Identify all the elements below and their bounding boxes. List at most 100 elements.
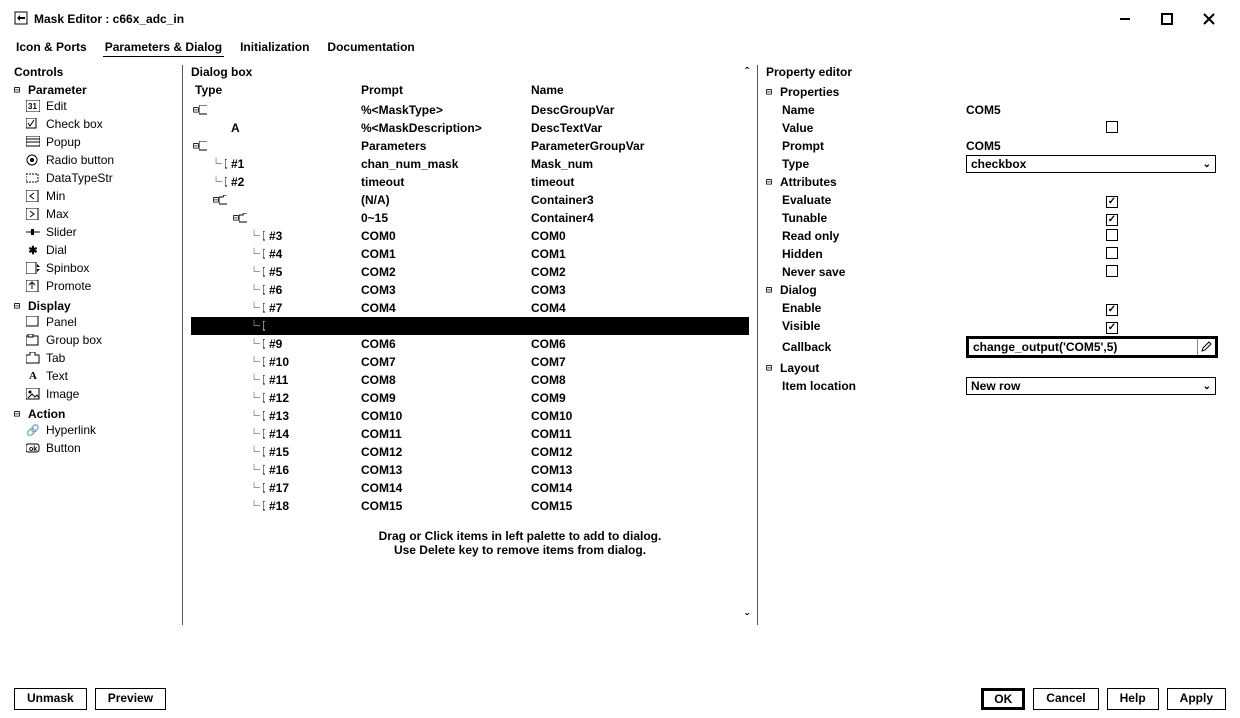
dialog-row[interactable]: └╴#14COM11COM11 — [191, 425, 749, 443]
preview-button[interactable]: Preview — [95, 688, 166, 710]
row-prompt: COM11 — [361, 427, 531, 441]
palette-slider[interactable]: Slider — [26, 223, 174, 241]
palette-checkbox[interactable]: Check box — [26, 115, 174, 133]
dialog-row[interactable]: A%<MaskDescription>DescTextVar — [191, 119, 749, 137]
row-type-icon: └╴ — [251, 320, 265, 332]
dialog-row[interactable]: └╴31#2timeouttimeout — [191, 173, 749, 191]
prop-name-value[interactable]: COM5 — [966, 103, 1001, 117]
palette-dial[interactable]: ✱Dial — [26, 241, 174, 259]
row-prompt: COM3 — [361, 283, 531, 297]
palette-image[interactable]: Image — [26, 385, 174, 403]
group-parameter[interactable]: ⊟ Parameter — [14, 83, 174, 97]
dialog-row[interactable]: └╴#5COM2COM2 — [191, 263, 749, 281]
section-attributes[interactable]: ⊟Attributes — [766, 173, 1226, 191]
dialogbox-rows: ⊟%<MaskType>DescGroupVarA%<MaskDescripti… — [191, 101, 749, 515]
dialog-row[interactable]: ⊟0~15Container4 — [191, 209, 749, 227]
dialog-row[interactable]: ⊟(N/A)Container3 — [191, 191, 749, 209]
row-type-label: A — [231, 121, 240, 135]
group-action[interactable]: ⊟ Action — [14, 407, 174, 421]
divider[interactable] — [182, 65, 183, 625]
palette-min[interactable]: Min — [26, 187, 174, 205]
dialog-row[interactable]: └╴#13COM10COM10 — [191, 407, 749, 425]
prop-callback-input[interactable]: change_output('COM5',5) — [966, 336, 1218, 358]
palette-max[interactable]: Max — [26, 205, 174, 223]
section-properties[interactable]: ⊟Properties — [766, 83, 1226, 101]
dialog-row[interactable]: └╴#4COM1COM1 — [191, 245, 749, 263]
group-display[interactable]: ⊟ Display — [14, 299, 174, 313]
scroll-down-icon[interactable]: ˇ — [745, 611, 749, 625]
palette-groupbox[interactable]: Group box — [26, 331, 174, 349]
prop-neversave-checkbox[interactable] — [1106, 265, 1118, 277]
apply-button[interactable]: Apply — [1167, 688, 1226, 710]
cancel-button[interactable]: Cancel — [1033, 688, 1098, 710]
palette-promote[interactable]: Promote — [26, 277, 174, 295]
prop-tunable-checkbox[interactable] — [1106, 214, 1118, 226]
palette-tab[interactable]: Tab — [26, 349, 174, 367]
prop-itemloc-select[interactable]: New row⌄ — [966, 377, 1216, 395]
palette-button[interactable]: okButton — [26, 439, 174, 457]
palette-datatype[interactable]: DataTypeStr — [26, 169, 174, 187]
palette-popup[interactable]: Popup — [26, 133, 174, 151]
close-button[interactable] — [1192, 8, 1226, 30]
dialog-row[interactable]: └╴#11COM8COM8 — [191, 371, 749, 389]
palette-edit[interactable]: 31Edit — [26, 97, 174, 115]
prop-enable-checkbox[interactable] — [1106, 304, 1118, 316]
section-layout[interactable]: ⊟Layout — [766, 359, 1226, 377]
row-prompt: COM9 — [361, 391, 531, 405]
palette-panel[interactable]: Panel — [26, 313, 174, 331]
dialog-row[interactable]: └╴#6COM3COM3 — [191, 281, 749, 299]
row-name: COM8 — [531, 373, 749, 387]
pencil-icon[interactable] — [1197, 339, 1213, 355]
dialog-row[interactable]: └╴#9COM6COM6 — [191, 335, 749, 353]
row-type-icon: ⊟ — [193, 140, 207, 152]
palette-item-label: Text — [46, 369, 68, 383]
palette-hyperlink[interactable]: 🔗Hyperlink — [26, 421, 174, 439]
prop-type-select[interactable]: checkbox⌄ — [966, 155, 1216, 173]
dialog-row[interactable]: └╴ — [191, 317, 749, 335]
prop-visible-checkbox[interactable] — [1106, 322, 1118, 334]
row-type-icon: └╴ — [251, 356, 265, 368]
section-dialog[interactable]: ⊟Dialog — [766, 281, 1226, 299]
scroll-up-icon[interactable]: ˆ — [745, 65, 749, 79]
dialog-row[interactable]: ⊟ParametersParameterGroupVar — [191, 137, 749, 155]
tab-parameters-dialog[interactable]: Parameters & Dialog — [103, 38, 224, 57]
prop-evaluate-checkbox[interactable] — [1106, 196, 1118, 208]
row-type-label: #3 — [269, 229, 282, 243]
unmask-button[interactable]: Unmask — [14, 688, 87, 710]
dialog-row[interactable]: └╴#16COM13COM13 — [191, 461, 749, 479]
prop-prompt-value[interactable]: COM5 — [966, 139, 1001, 153]
hint-line-2: Use Delete key to remove items from dial… — [191, 543, 749, 557]
dialog-row[interactable]: └╴#10COM7COM7 — [191, 353, 749, 371]
minimize-button[interactable] — [1108, 8, 1142, 30]
dialog-row[interactable]: └╴#15COM12COM12 — [191, 443, 749, 461]
prop-value-checkbox[interactable] — [1106, 121, 1118, 133]
palette-text[interactable]: AText — [26, 367, 174, 385]
palette-radio[interactable]: Radio button — [26, 151, 174, 169]
divider[interactable] — [757, 65, 758, 625]
ok-button[interactable]: OK — [981, 688, 1025, 710]
dialog-row[interactable]: └╴31#1chan_num_maskMask_num — [191, 155, 749, 173]
col-type[interactable]: Type — [191, 83, 361, 97]
prop-hidden-checkbox[interactable] — [1106, 247, 1118, 259]
dialog-row[interactable]: └╴#7COM4COM4 — [191, 299, 749, 317]
prop-readonly-checkbox[interactable] — [1106, 229, 1118, 241]
col-name[interactable]: Name — [531, 83, 749, 97]
col-prompt[interactable]: Prompt — [361, 83, 531, 97]
tree-branch-icon: └╴ — [251, 267, 263, 278]
row-prompt: COM2 — [361, 265, 531, 279]
tab-documentation[interactable]: Documentation — [325, 38, 416, 57]
dialog-row[interactable]: ⊟%<MaskType>DescGroupVar — [191, 101, 749, 119]
dialog-row[interactable]: └╴#17COM14COM14 — [191, 479, 749, 497]
dialog-row[interactable]: └╴#3COM0COM0 — [191, 227, 749, 245]
palette-spinbox[interactable]: Spinbox — [26, 259, 174, 277]
promote-icon — [26, 279, 40, 293]
dialog-row[interactable]: └╴#12COM9COM9 — [191, 389, 749, 407]
prop-itemloc-label: Item location — [766, 379, 966, 393]
dialog-row[interactable]: └╴#18COM15COM15 — [191, 497, 749, 515]
help-button[interactable]: Help — [1107, 688, 1159, 710]
row-name: timeout — [531, 175, 749, 189]
tab-icon-ports[interactable]: Icon & Ports — [14, 38, 89, 57]
maximize-button[interactable] — [1150, 8, 1184, 30]
row-prompt: %<MaskType> — [361, 103, 531, 117]
tab-initialization[interactable]: Initialization — [238, 38, 311, 57]
